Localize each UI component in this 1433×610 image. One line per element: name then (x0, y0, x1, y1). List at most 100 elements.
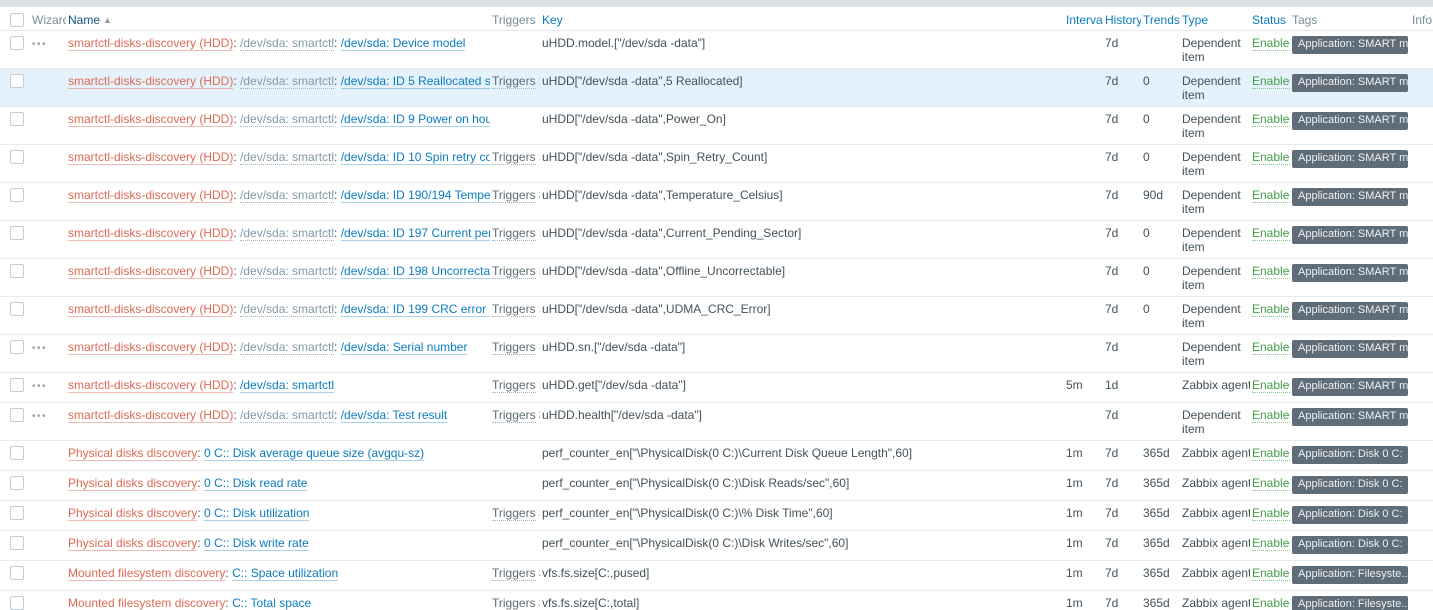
item-name-link[interactable]: /dev/sda: ID 198 Uncorrectable errors co… (341, 264, 490, 279)
row-checkbox[interactable] (10, 340, 24, 354)
status-link[interactable]: Enabled (1252, 150, 1290, 165)
tag-badge[interactable]: Application: SMART m... (1292, 74, 1408, 92)
discovery-rule-link[interactable]: Mounted filesystem discovery (68, 596, 225, 610)
discovery-rule-link[interactable]: smartctl-disks-discovery (HDD) (68, 188, 233, 203)
status-link[interactable]: Enabled (1252, 566, 1290, 581)
tag-badge[interactable]: Application: SMART m... (1292, 150, 1408, 168)
triggers-link[interactable]: Triggers (492, 302, 536, 317)
status-link[interactable]: Enabled (1252, 340, 1290, 355)
tag-badge[interactable]: Application: Filesyste... (1292, 596, 1408, 610)
status-link[interactable]: Enabled (1252, 188, 1290, 203)
row-checkbox[interactable] (10, 408, 24, 422)
tag-badge[interactable]: Application: SMART m... (1292, 408, 1408, 426)
discovery-rule-link[interactable]: Physical disks discovery (68, 446, 197, 461)
tag-badge[interactable]: Application: SMART m... (1292, 264, 1408, 282)
item-name-link[interactable]: C:: Total space (232, 596, 311, 610)
select-all-checkbox[interactable] (10, 13, 24, 27)
tag-badge[interactable]: Application: SMART m... (1292, 378, 1408, 396)
triggers-link[interactable]: Triggers (492, 74, 536, 89)
item-name-link[interactable]: 0 C:: Disk write rate (204, 536, 309, 551)
discovery-rule-link[interactable]: smartctl-disks-discovery (HDD) (68, 340, 233, 355)
master-item-link[interactable]: /dev/sda: smartctl (240, 264, 334, 279)
tag-badge[interactable]: Application: SMART m... (1292, 226, 1408, 244)
status-link[interactable]: Enabled (1252, 264, 1290, 279)
item-name-link[interactable]: /dev/sda: ID 10 Spin retry count (341, 150, 490, 165)
item-name-link[interactable]: /dev/sda: Device model (341, 36, 466, 51)
row-checkbox[interactable] (10, 36, 24, 50)
row-checkbox[interactable] (10, 446, 24, 460)
discovery-rule-link[interactable]: smartctl-disks-discovery (HDD) (68, 112, 233, 127)
row-checkbox[interactable] (10, 112, 24, 126)
master-item-link[interactable]: /dev/sda: smartctl (240, 74, 334, 89)
discovery-rule-link[interactable]: smartctl-disks-discovery (HDD) (68, 378, 233, 393)
master-item-link[interactable]: /dev/sda: smartctl (240, 408, 334, 423)
wizard-menu-icon[interactable]: ••• (32, 381, 47, 392)
row-checkbox[interactable] (10, 536, 24, 550)
column-header-trends[interactable]: Trends (1143, 13, 1180, 27)
status-link[interactable]: Enabled (1252, 476, 1290, 491)
tag-badge[interactable]: Application: SMART m... (1292, 302, 1408, 320)
tag-badge[interactable]: Application: Disk 0 C: (1292, 536, 1408, 554)
status-link[interactable]: Enabled (1252, 378, 1290, 393)
master-item-link[interactable]: /dev/sda: smartctl (240, 150, 334, 165)
row-checkbox[interactable] (10, 264, 24, 278)
discovery-rule-link[interactable]: smartctl-disks-discovery (HDD) (68, 36, 233, 51)
discovery-rule-link[interactable]: smartctl-disks-discovery (HDD) (68, 408, 233, 423)
row-checkbox[interactable] (10, 150, 24, 164)
item-name-link[interactable]: /dev/sda: ID 5 Reallocated sectors count (341, 74, 490, 89)
master-item-link[interactable]: /dev/sda: smartctl (240, 226, 334, 241)
discovery-rule-link[interactable]: smartctl-disks-discovery (HDD) (68, 302, 233, 317)
master-item-link[interactable]: /dev/sda: smartctl (240, 112, 334, 127)
item-name-link[interactable]: /dev/sda: Test result (341, 408, 448, 423)
column-header-status[interactable]: Status (1252, 13, 1286, 27)
status-link[interactable]: Enabled (1252, 226, 1290, 241)
master-item-link[interactable]: /dev/sda: smartctl (240, 36, 334, 51)
tag-badge[interactable]: Application: SMART m... (1292, 112, 1408, 130)
status-link[interactable]: Enabled (1252, 302, 1290, 317)
tag-badge[interactable]: Application: Disk 0 C: (1292, 476, 1408, 494)
row-checkbox[interactable] (10, 302, 24, 316)
tag-badge[interactable]: Application: SMART m... (1292, 340, 1408, 358)
wizard-menu-icon[interactable]: ••• (32, 343, 47, 354)
item-name-link[interactable]: /dev/sda: ID 190/194 Temperature (341, 188, 490, 203)
master-item-link[interactable]: /dev/sda: smartctl (240, 302, 334, 317)
triggers-link[interactable]: Triggers (492, 566, 536, 581)
item-name-link[interactable]: /dev/sda: ID 199 CRC error count (341, 302, 490, 317)
discovery-rule-link[interactable]: smartctl-disks-discovery (HDD) (68, 264, 233, 279)
status-link[interactable]: Enabled (1252, 408, 1290, 423)
triggers-link[interactable]: Triggers (492, 264, 536, 279)
row-checkbox[interactable] (10, 74, 24, 88)
tag-badge[interactable]: Application: SMART m... (1292, 36, 1408, 54)
master-item-link[interactable]: /dev/sda: smartctl (240, 340, 334, 355)
row-checkbox[interactable] (10, 378, 24, 392)
row-checkbox[interactable] (10, 596, 24, 610)
triggers-link[interactable]: Triggers (492, 378, 536, 393)
row-checkbox[interactable] (10, 506, 24, 520)
triggers-link[interactable]: Triggers (492, 340, 536, 355)
status-link[interactable]: Enabled (1252, 36, 1290, 51)
triggers-link[interactable]: Triggers (492, 506, 536, 521)
item-name-link[interactable]: /dev/sda: Serial number (341, 340, 468, 355)
item-name-link[interactable]: /dev/sda: smartctl (240, 378, 334, 393)
master-item-link[interactable]: /dev/sda: smartctl (240, 188, 334, 203)
row-checkbox[interactable] (10, 476, 24, 490)
triggers-link[interactable]: Triggers (492, 596, 536, 610)
triggers-link[interactable]: Triggers (492, 226, 536, 241)
discovery-rule-link[interactable]: Physical disks discovery (68, 506, 197, 521)
item-name-link[interactable]: /dev/sda: ID 9 Power on hours (341, 112, 490, 127)
triggers-link[interactable]: Triggers (492, 408, 536, 423)
item-name-link[interactable]: 0 C:: Disk average queue size (avgqu-sz) (204, 446, 424, 461)
status-link[interactable]: Enabled (1252, 506, 1290, 521)
row-checkbox[interactable] (10, 188, 24, 202)
column-header-key[interactable]: Key (542, 13, 563, 27)
status-link[interactable]: Enabled (1252, 74, 1290, 89)
triggers-link[interactable]: Triggers (492, 150, 536, 165)
triggers-link[interactable]: Triggers (492, 188, 536, 203)
discovery-rule-link[interactable]: Physical disks discovery (68, 476, 197, 491)
column-header-type[interactable]: Type (1182, 13, 1208, 27)
discovery-rule-link[interactable]: Physical disks discovery (68, 536, 197, 551)
discovery-rule-link[interactable]: smartctl-disks-discovery (HDD) (68, 150, 233, 165)
column-header-name[interactable]: Name (68, 13, 100, 27)
status-link[interactable]: Enabled (1252, 112, 1290, 127)
row-checkbox[interactable] (10, 566, 24, 580)
